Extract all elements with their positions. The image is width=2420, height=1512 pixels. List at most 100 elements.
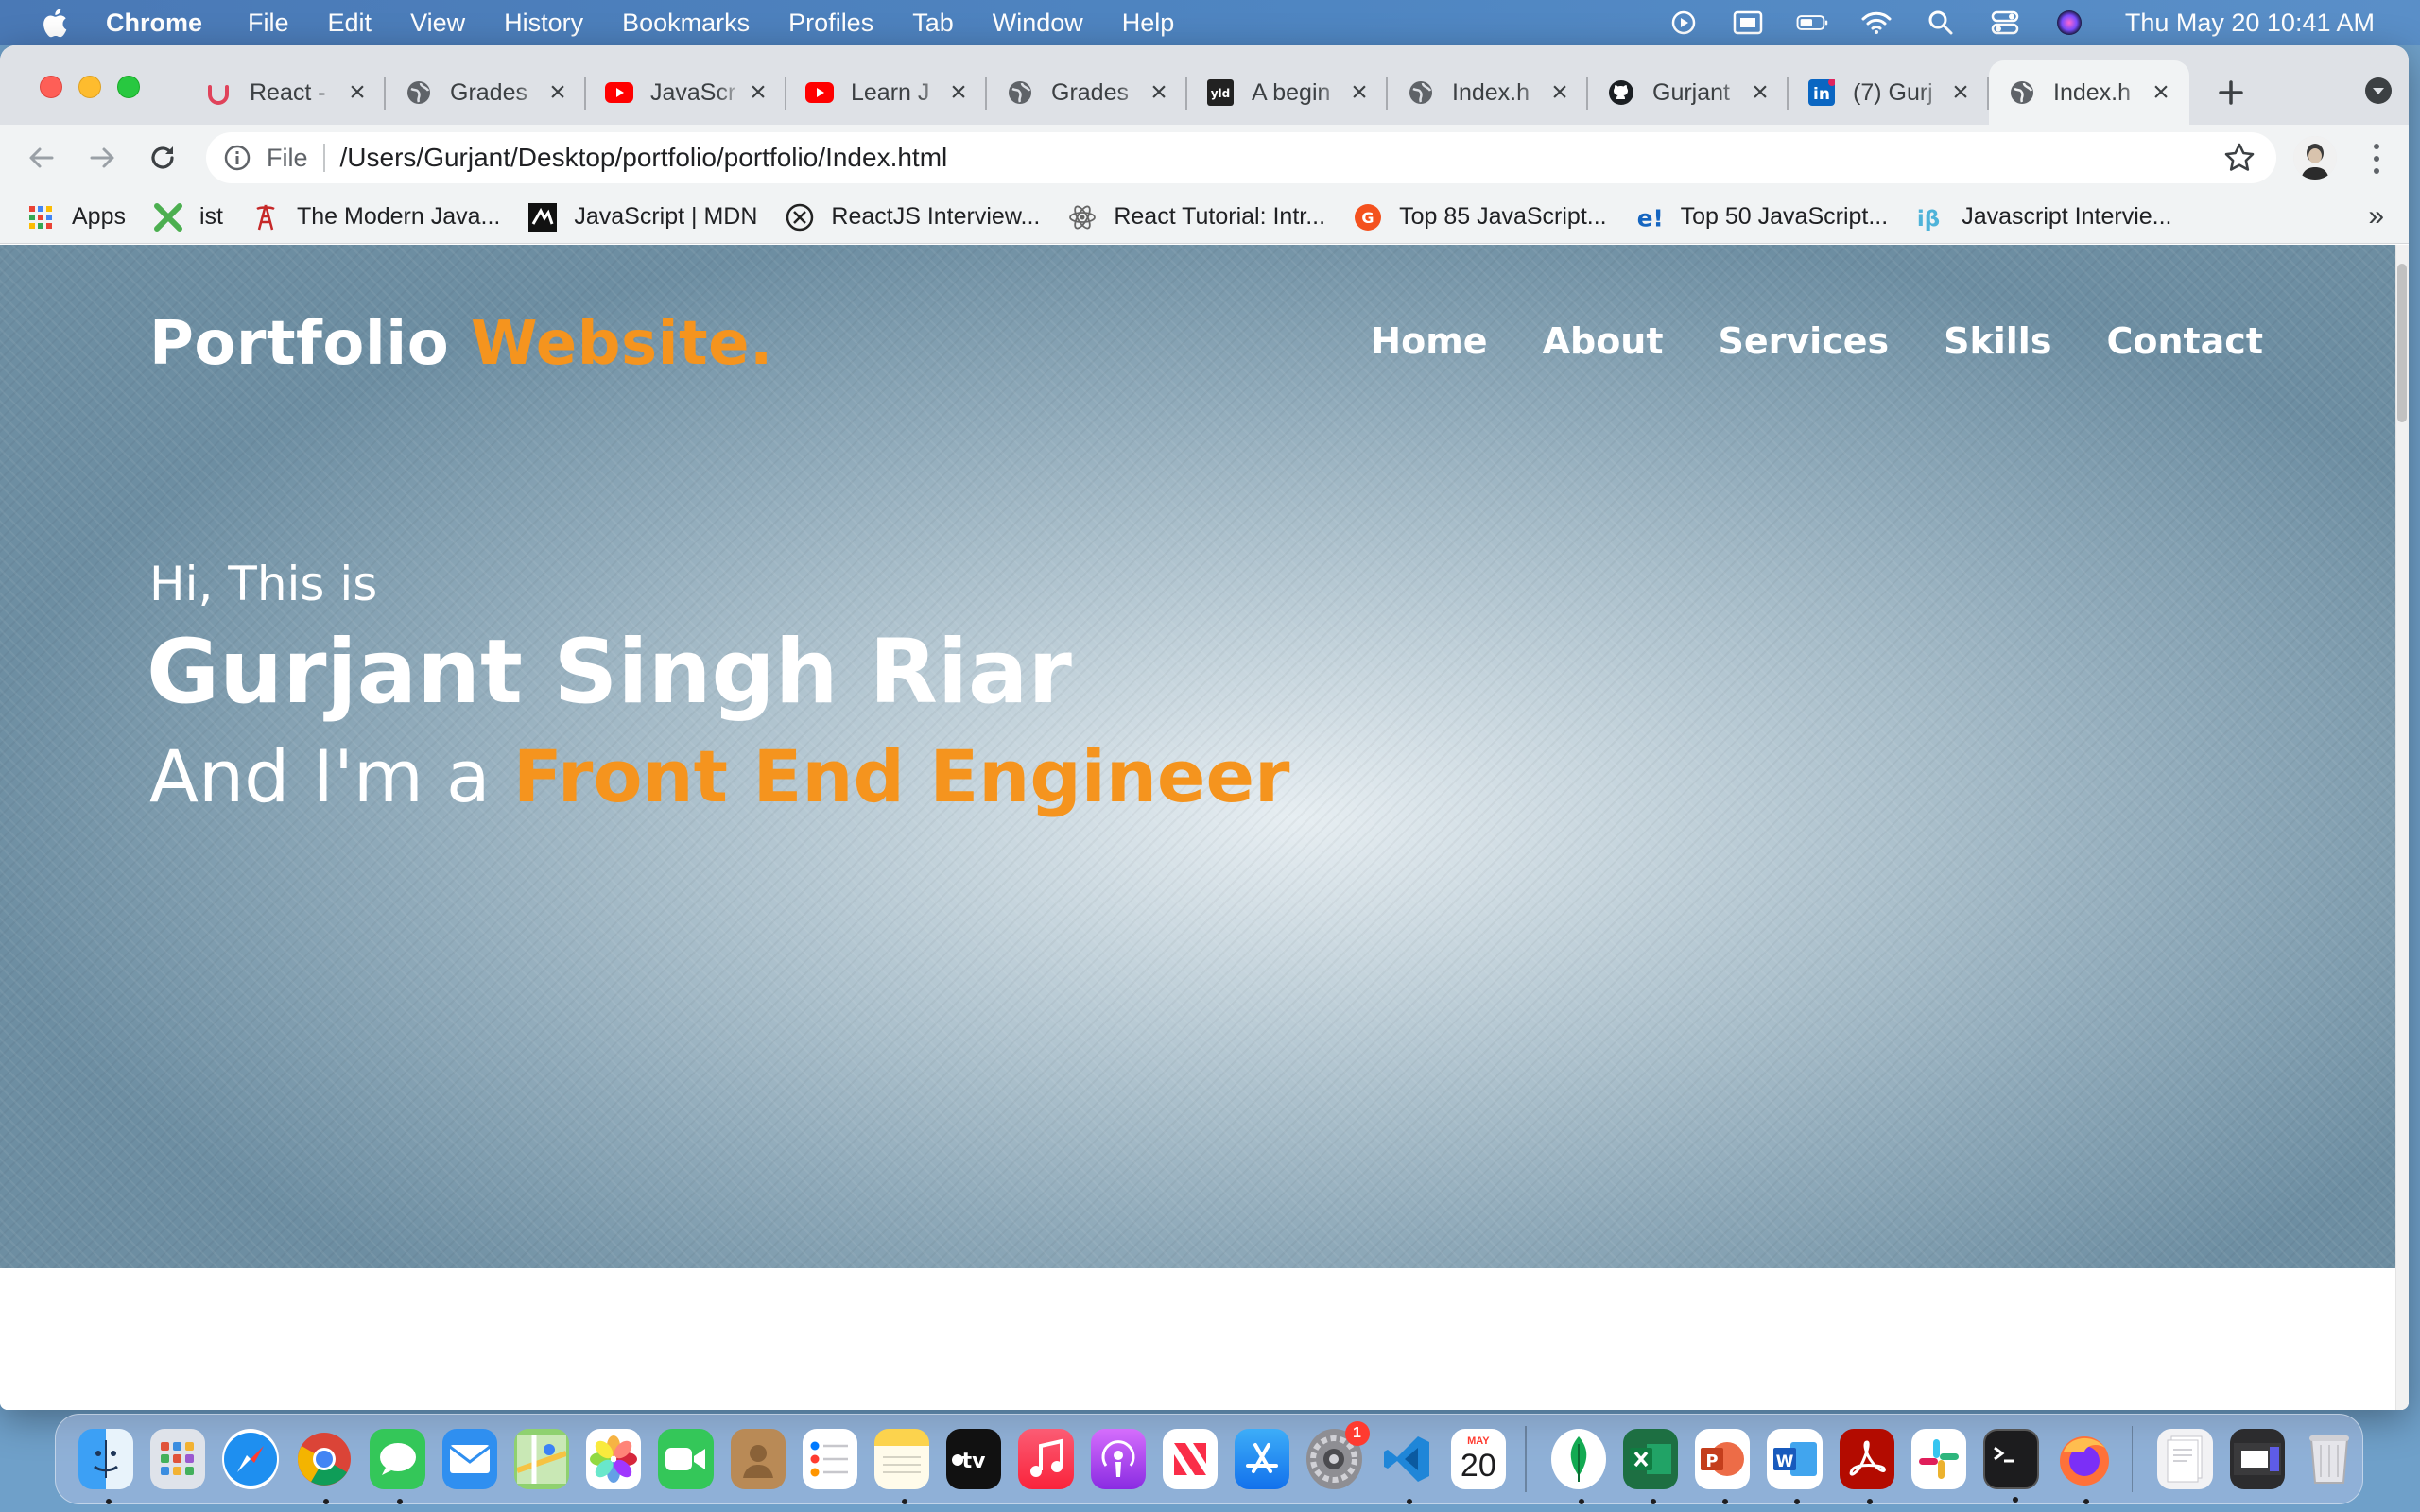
dock-mail[interactable] <box>441 1429 497 1489</box>
close-tab-icon[interactable]: × <box>544 77 571 108</box>
menu-edit[interactable]: Edit <box>328 9 372 38</box>
close-tab-icon[interactable]: × <box>745 77 771 108</box>
bookmark-modern-javascript[interactable]: The Modern Java... <box>251 203 500 232</box>
close-tab-icon[interactable]: × <box>1547 77 1573 108</box>
nav-contact-link[interactable]: Contact <box>2106 320 2263 362</box>
dock-safari[interactable] <box>222 1429 280 1489</box>
tab-search-button[interactable] <box>2360 72 2397 110</box>
dock-system-preferences[interactable]: 1 <box>1306 1421 1370 1489</box>
bookmark-apps[interactable]: Apps <box>26 203 126 232</box>
close-tab-icon[interactable]: × <box>344 77 371 108</box>
tab-youtube-learn[interactable]: Learn J × <box>786 60 987 125</box>
scrollbar-thumb[interactable] <box>2397 264 2407 422</box>
bookmark-star-icon[interactable] <box>2223 142 2256 174</box>
screen-share-icon[interactable] <box>1732 9 1764 37</box>
dock-word[interactable]: W <box>1767 1429 1823 1504</box>
bookmark-ist[interactable]: ist <box>153 202 223 232</box>
menubar-clock[interactable]: Thu May 20 10:41 AM <box>2125 9 2375 38</box>
dock-contacts[interactable] <box>730 1429 786 1489</box>
dock-screenshots-stack[interactable] <box>2229 1429 2285 1489</box>
dock-photos[interactable] <box>586 1429 642 1489</box>
menu-tab[interactable]: Tab <box>912 9 954 38</box>
minimize-window-button[interactable] <box>78 76 101 98</box>
menu-profiles[interactable]: Profiles <box>788 9 873 38</box>
dock-reminders[interactable] <box>802 1429 857 1489</box>
dock-trash[interactable] <box>2302 1429 2357 1489</box>
page-scrollbar[interactable] <box>2395 245 2409 1410</box>
dock-excel[interactable] <box>1622 1429 1679 1504</box>
menu-window[interactable]: Window <box>993 9 1083 38</box>
close-tab-icon[interactable]: × <box>2148 77 2174 108</box>
siri-icon[interactable] <box>2053 9 2085 37</box>
dock-podcasts[interactable] <box>1090 1429 1146 1489</box>
dock-vscode[interactable] <box>1379 1429 1434 1504</box>
dock-notes[interactable] <box>873 1429 930 1504</box>
dock-music[interactable] <box>1018 1429 1074 1489</box>
close-tab-icon[interactable]: × <box>1146 77 1172 108</box>
close-window-button[interactable] <box>40 76 62 98</box>
site-logo[interactable]: Portfolio Website. <box>149 309 773 379</box>
wifi-icon[interactable] <box>1860 9 1893 37</box>
dock-finder[interactable] <box>78 1429 134 1504</box>
bookmark-react-tutorial[interactable]: React Tutorial: Intr... <box>1068 203 1325 232</box>
bookmark-top-50-javascript[interactable]: e! Top 50 JavaScript... <box>1635 203 1888 232</box>
apple-logo-icon[interactable] <box>40 7 68 39</box>
dock-acrobat[interactable] <box>1839 1429 1894 1504</box>
dock-slack[interactable] <box>1910 1429 1967 1489</box>
dock-chrome[interactable] <box>296 1429 353 1504</box>
menu-history[interactable]: History <box>504 9 583 38</box>
menu-bookmarks[interactable]: Bookmarks <box>622 9 750 38</box>
dock-mongodb-compass[interactable] <box>1550 1429 1606 1504</box>
bookmark-javascript-interview[interactable]: iβ Javascript Intervie... <box>1916 203 2171 232</box>
close-tab-icon[interactable]: × <box>945 77 972 108</box>
bookmarks-overflow-button[interactable]: » <box>2368 200 2384 232</box>
url-text[interactable]: /Users/Gurjant/Desktop/portfolio/portfol… <box>340 143 948 173</box>
close-tab-icon[interactable]: × <box>1747 77 1773 108</box>
profile-avatar[interactable] <box>2293 136 2337 180</box>
tab-udemy-react[interactable]: React - × <box>185 60 386 125</box>
fullscreen-window-button[interactable] <box>117 76 140 98</box>
menu-file[interactable]: File <box>248 9 289 38</box>
nav-about-link[interactable]: About <box>1543 320 1664 362</box>
dock-launchpad[interactable] <box>150 1429 206 1489</box>
new-tab-button[interactable] <box>2208 66 2254 119</box>
dock-firefox[interactable] <box>2056 1429 2113 1504</box>
bookmark-top-85-javascript[interactable]: G Top 85 JavaScript... <box>1354 203 1607 232</box>
nav-skills-link[interactable]: Skills <box>1944 320 2051 362</box>
close-tab-icon[interactable]: × <box>1346 77 1373 108</box>
dock-calendar[interactable]: MAY 20 <box>1450 1429 1506 1489</box>
nav-services-link[interactable]: Services <box>1719 320 1890 362</box>
info-icon[interactable] <box>223 144 251 172</box>
dock-messages[interactable] <box>370 1429 425 1504</box>
dock-powerpoint[interactable]: P <box>1695 1429 1751 1504</box>
tab-grades-2[interactable]: Grades × <box>987 60 1187 125</box>
play-circle-icon[interactable] <box>1668 9 1700 37</box>
reload-button[interactable] <box>144 139 182 177</box>
close-tab-icon[interactable]: × <box>1947 77 1974 108</box>
dock-app-store[interactable] <box>1235 1429 1290 1489</box>
battery-icon[interactable] <box>1796 9 1828 37</box>
tab-linkedin[interactable]: in (7) Gurj × <box>1789 60 1989 125</box>
tab-beginner-guide[interactable]: yld A begin × <box>1187 60 1388 125</box>
tab-index-html-active[interactable]: Index.h × <box>1989 60 2189 125</box>
bookmark-reactjs-interview[interactable]: ReactJS Interview... <box>786 203 1040 232</box>
tab-github[interactable]: Gurjant × <box>1588 60 1789 125</box>
dock-facetime[interactable] <box>658 1429 714 1489</box>
dock-apple-tv[interactable]: tv <box>946 1429 1002 1489</box>
bookmark-mdn[interactable]: JavaScript | MDN <box>528 202 757 232</box>
control-center-icon[interactable] <box>1989 9 2021 37</box>
menu-view[interactable]: View <box>410 9 465 38</box>
menu-help[interactable]: Help <box>1122 9 1175 38</box>
forward-button[interactable] <box>83 139 121 177</box>
dock-terminal[interactable] <box>1983 1429 2039 1503</box>
dock-downloads-stack[interactable] <box>2157 1429 2213 1489</box>
dock-news[interactable] <box>1162 1429 1219 1489</box>
tab-youtube-javascript[interactable]: JavaScr × <box>586 60 786 125</box>
back-button[interactable] <box>23 139 60 177</box>
nav-home-link[interactable]: Home <box>1371 320 1487 362</box>
tab-grades[interactable]: Grades × <box>386 60 586 125</box>
spotlight-search-icon[interactable] <box>1925 9 1957 37</box>
address-bar[interactable]: File /Users/Gurjant/Desktop/portfolio/po… <box>206 132 2276 183</box>
chrome-menu-button[interactable] <box>2365 140 2388 178</box>
menu-app-name[interactable]: Chrome <box>106 9 202 38</box>
